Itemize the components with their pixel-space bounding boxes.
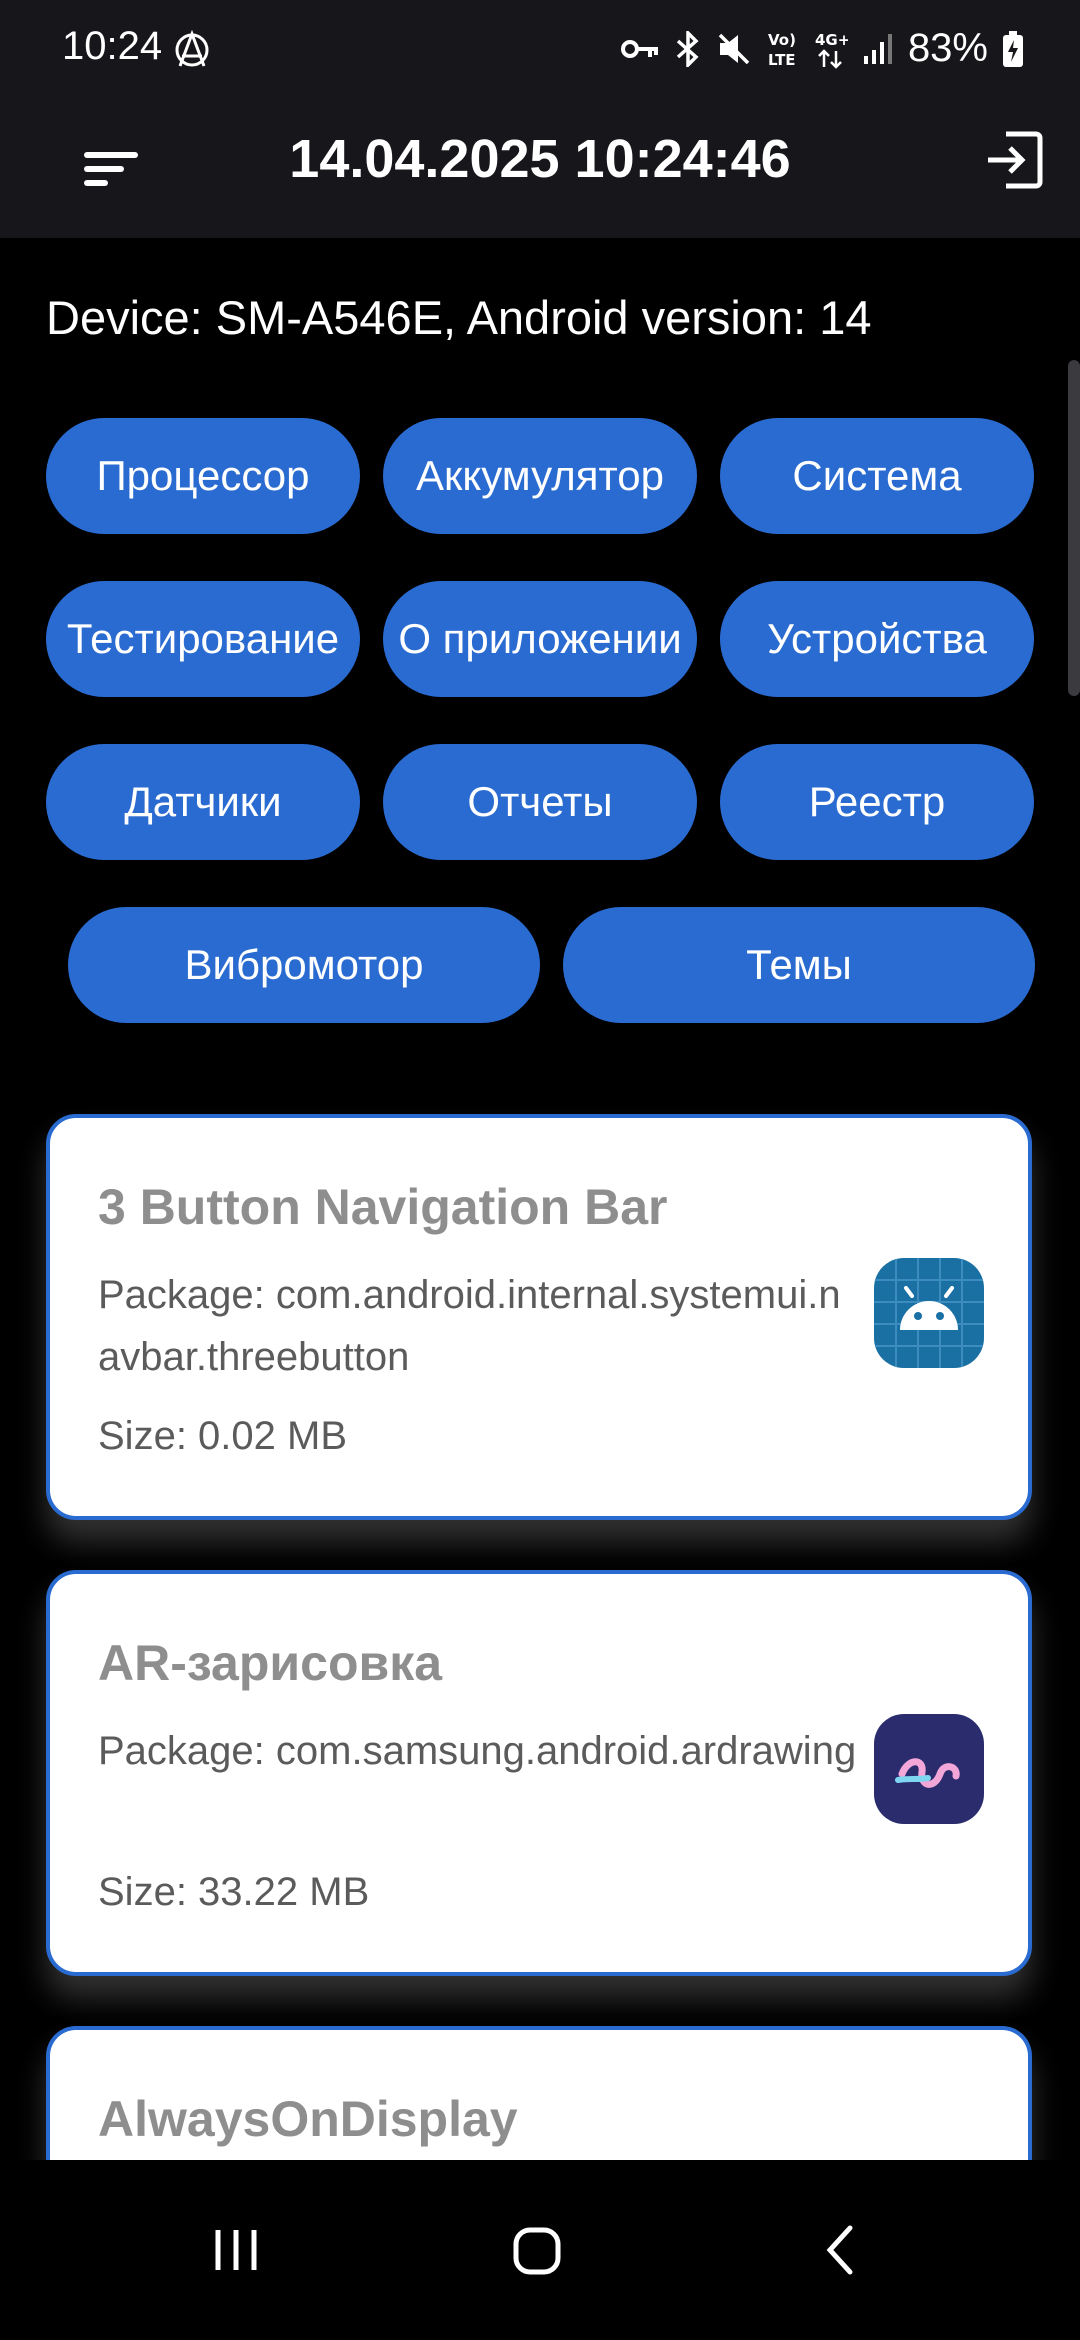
app-card[interactable]: AR-зарисовка Package: com.samsung.androi… xyxy=(46,1570,1032,1976)
app-size: Size: 0.02 MB xyxy=(98,1414,348,1458)
status-bar: 10:24 Vo) LTE 4G+ 83% xyxy=(0,0,1080,100)
app-card[interactable]: AlwaysOnDisplay xyxy=(46,2026,1032,2160)
battery-percent: 83% xyxy=(907,26,988,70)
device-info: Device: SM-A546E, Android version: 14 xyxy=(46,291,872,344)
status-icons: Vo) LTE 4G+ 83% xyxy=(620,26,1024,71)
ar-drawing-icon xyxy=(874,1714,984,1824)
battery-charging-icon xyxy=(1003,30,1023,67)
app-name: AR-зарисовка xyxy=(98,1635,443,1691)
volte-icon: Vo) LTE xyxy=(768,31,796,69)
android-robot-icon xyxy=(874,1258,984,1368)
app-size: Size: 33.22 MB xyxy=(98,1870,370,1914)
chip-devices[interactable]: Устройства xyxy=(720,581,1034,697)
chip-registry[interactable]: Реестр xyxy=(720,744,1034,860)
home-icon[interactable] xyxy=(486,2200,586,2300)
system-nav-bar xyxy=(0,2160,1080,2340)
bluetooth-icon xyxy=(676,30,699,67)
chip-reports[interactable]: Отчеты xyxy=(383,744,697,860)
chip-vibromotor[interactable]: Вибромотор xyxy=(68,907,540,1023)
exit-icon[interactable] xyxy=(982,128,1046,192)
app-name: AlwaysOnDisplay xyxy=(98,2091,518,2147)
mute-icon xyxy=(718,33,750,64)
status-time: 10:24 xyxy=(62,24,163,68)
svg-text:4G+: 4G+ xyxy=(815,31,848,49)
scrollbar[interactable] xyxy=(1068,360,1080,696)
4g-icon: 4G+ xyxy=(815,31,848,69)
page-title: 14.04.2025 10:24:46 xyxy=(289,129,791,189)
chip-battery[interactable]: Аккумулятор xyxy=(383,418,697,534)
chip-testing[interactable]: Тестирование xyxy=(46,581,360,697)
app-name: 3 Button Navigation Bar xyxy=(98,1179,668,1235)
app-bar: 14.04.2025 10:24:46 xyxy=(0,100,1080,238)
signal-icon xyxy=(863,33,892,64)
chip-sensors[interactable]: Датчики xyxy=(46,744,360,860)
app-package: Package: com.android.internal.systemui.n… xyxy=(98,1273,841,1379)
back-icon[interactable] xyxy=(790,2200,890,2300)
svg-text:LTE: LTE xyxy=(768,51,796,69)
chip-system[interactable]: Система xyxy=(720,418,1034,534)
app-package: Package: com.samsung.android.ardrawing xyxy=(98,1729,857,1773)
svg-text:Vo): Vo) xyxy=(768,31,796,49)
chip-processor[interactable]: Процессор xyxy=(46,418,360,534)
anarchy-icon xyxy=(175,30,209,67)
vpn-key-icon xyxy=(620,39,658,58)
app-card[interactable]: 3 Button Navigation Bar Package: com.and… xyxy=(46,1114,1032,1520)
chip-about[interactable]: О приложении xyxy=(383,581,697,697)
chip-themes[interactable]: Темы xyxy=(563,907,1035,1023)
recents-icon[interactable] xyxy=(186,2200,286,2300)
